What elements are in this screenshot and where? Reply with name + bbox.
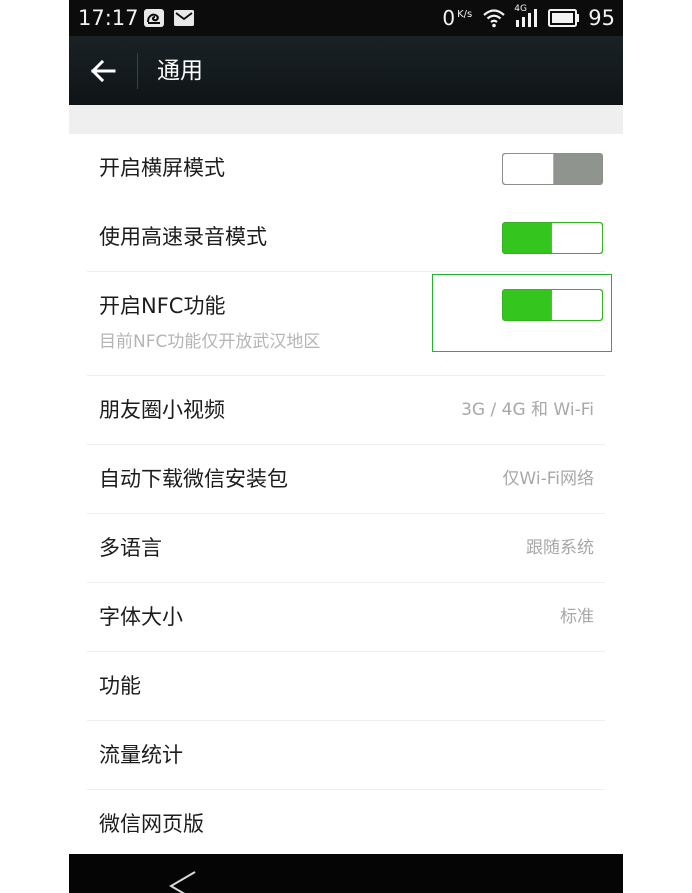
cell-signal-icon: 4G <box>514 4 540 29</box>
status-bar: 17:17 0 K/s 4G 95 <box>69 0 623 36</box>
setting-value: 跟随系统 <box>526 538 594 558</box>
setting-label: 多语言 <box>99 536 162 560</box>
title-bar: 通用 <box>69 36 623 105</box>
net-speed: 0 <box>442 6 456 30</box>
setting-label: 朋友圈小视频 <box>99 398 225 422</box>
toggle-knob <box>551 290 602 320</box>
setting-value: 3G / 4G 和 Wi-Fi <box>461 400 594 420</box>
status-time: 17:17 <box>78 6 139 30</box>
setting-label: 字体大小 <box>99 605 183 629</box>
toggle-knob <box>503 154 554 184</box>
setting-value: 仅Wi-Fi网络 <box>502 469 594 489</box>
net-speed-unit: K/s <box>457 9 473 20</box>
setting-landscape-mode[interactable]: 开启横屏模式 <box>69 134 623 203</box>
nfc-toggle[interactable] <box>502 289 603 321</box>
toggle-knob <box>551 223 602 253</box>
setting-language[interactable]: 多语言 跟随系统 <box>69 514 623 583</box>
uc-browser-icon <box>144 9 164 27</box>
setting-description: 目前NFC功能仅开放武汉地区 <box>99 332 321 352</box>
back-arrow-icon <box>90 59 116 83</box>
setting-web-wechat[interactable]: 微信网页版 <box>69 790 623 859</box>
title-divider <box>137 53 138 89</box>
setting-label: 开启横屏模式 <box>99 156 225 180</box>
nav-back-icon[interactable] <box>167 868 197 893</box>
battery-percent: 95 <box>588 6 615 30</box>
setting-label: 功能 <box>99 674 141 698</box>
fast-record-toggle[interactable] <box>502 222 603 254</box>
back-button[interactable] <box>81 49 125 93</box>
setting-label: 微信网页版 <box>99 812 204 836</box>
setting-auto-download[interactable]: 自动下载微信安装包 仅Wi-Fi网络 <box>69 445 623 514</box>
status-indicators: 0 K/s 4G 95 <box>442 4 615 31</box>
setting-nfc[interactable]: 开启NFC功能 目前NFC功能仅开放武汉地区 <box>69 272 623 376</box>
setting-fast-record[interactable]: 使用高速录音模式 <box>69 203 623 272</box>
wifi-icon <box>483 9 506 28</box>
setting-moments-video[interactable]: 朋友圈小视频 3G / 4G 和 Wi-Fi <box>69 376 623 445</box>
setting-label: 开启NFC功能 <box>99 294 226 318</box>
landscape-toggle[interactable] <box>502 153 603 185</box>
page-title: 通用 <box>157 58 203 84</box>
setting-label: 流量统计 <box>99 743 183 767</box>
setting-label: 使用高速录音模式 <box>99 225 267 249</box>
navigation-bar <box>69 854 623 893</box>
mail-icon <box>174 10 194 26</box>
battery-icon <box>548 9 580 27</box>
setting-label: 自动下载微信安装包 <box>99 467 288 491</box>
setting-features[interactable]: 功能 <box>69 652 623 721</box>
setting-data-usage[interactable]: 流量统计 <box>69 721 623 790</box>
setting-font-size[interactable]: 字体大小 标准 <box>69 583 623 652</box>
settings-list: 开启横屏模式 使用高速录音模式 开启NFC功能 目前NFC功能仅开放武汉地区 朋… <box>69 134 623 859</box>
section-spacer <box>69 105 623 134</box>
phone-screen: 17:17 0 K/s 4G 95 通用 开启横屏模式 使用高速录音模式 开启N… <box>69 0 623 893</box>
setting-value: 标准 <box>560 607 594 627</box>
